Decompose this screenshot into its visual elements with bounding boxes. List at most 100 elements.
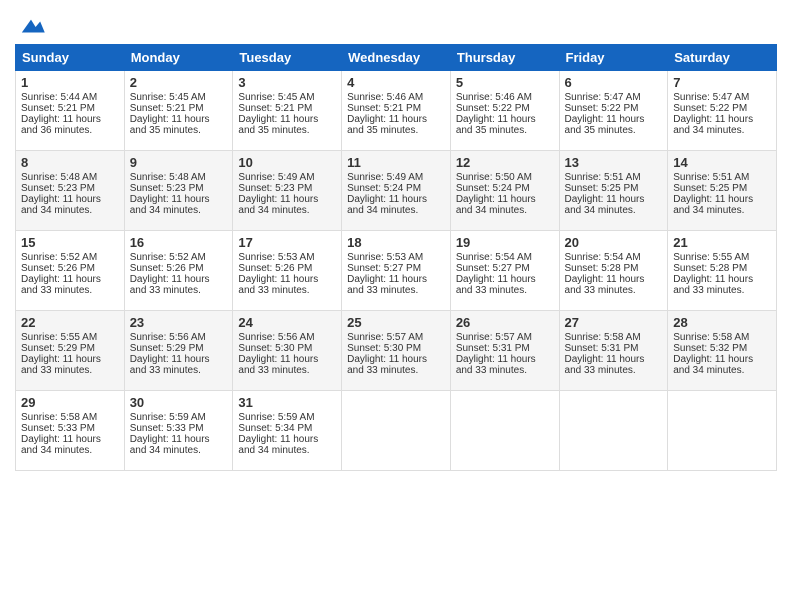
sunrise-text: Sunrise: 5:51 AM [673, 172, 749, 183]
sunrise-text: Sunrise: 5:54 AM [565, 252, 641, 263]
day-cell: 11 Sunrise: 5:49 AM Sunset: 5:24 PM Dayl… [342, 151, 451, 231]
sunset-text: Sunset: 5:23 PM [21, 183, 95, 194]
calendar-header-row: SundayMondayTuesdayWednesdayThursdayFrid… [16, 45, 777, 71]
sunrise-text: Sunrise: 5:49 AM [238, 172, 314, 183]
day-number: 11 [347, 155, 445, 170]
sunrise-text: Sunrise: 5:54 AM [456, 252, 532, 263]
logo [15, 16, 45, 38]
sunset-text: Sunset: 5:32 PM [673, 343, 747, 354]
day-cell: 25 Sunrise: 5:57 AM Sunset: 5:30 PM Dayl… [342, 311, 451, 391]
header-saturday: Saturday [668, 45, 777, 71]
daylight-minutes: and 33 minutes. [565, 285, 636, 296]
day-number: 30 [130, 395, 228, 410]
daylight-label: Daylight: 11 hours [673, 274, 753, 285]
header-monday: Monday [124, 45, 233, 71]
day-number: 1 [21, 75, 119, 90]
day-cell: 18 Sunrise: 5:53 AM Sunset: 5:27 PM Dayl… [342, 231, 451, 311]
sunrise-text: Sunrise: 5:47 AM [565, 92, 641, 103]
sunset-text: Sunset: 5:31 PM [456, 343, 530, 354]
sunset-text: Sunset: 5:23 PM [130, 183, 204, 194]
day-cell: 12 Sunrise: 5:50 AM Sunset: 5:24 PM Dayl… [450, 151, 559, 231]
sunrise-text: Sunrise: 5:48 AM [130, 172, 206, 183]
day-cell: 27 Sunrise: 5:58 AM Sunset: 5:31 PM Dayl… [559, 311, 668, 391]
day-number: 13 [565, 155, 663, 170]
day-cell: 2 Sunrise: 5:45 AM Sunset: 5:21 PM Dayli… [124, 71, 233, 151]
sunset-text: Sunset: 5:26 PM [130, 263, 204, 274]
daylight-minutes: and 36 minutes. [21, 125, 92, 136]
logo-bird-icon [17, 16, 45, 38]
daylight-label: Daylight: 11 hours [21, 434, 101, 445]
day-cell: 8 Sunrise: 5:48 AM Sunset: 5:23 PM Dayli… [16, 151, 125, 231]
daylight-label: Daylight: 11 hours [347, 114, 427, 125]
daylight-label: Daylight: 11 hours [456, 114, 536, 125]
daylight-minutes: and 34 minutes. [673, 365, 744, 376]
sunset-text: Sunset: 5:21 PM [347, 103, 421, 114]
daylight-label: Daylight: 11 hours [238, 274, 318, 285]
daylight-minutes: and 34 minutes. [673, 205, 744, 216]
daylight-label: Daylight: 11 hours [565, 114, 645, 125]
daylight-label: Daylight: 11 hours [565, 354, 645, 365]
daylight-minutes: and 33 minutes. [456, 365, 527, 376]
daylight-label: Daylight: 11 hours [565, 274, 645, 285]
daylight-minutes: and 33 minutes. [130, 365, 201, 376]
day-number: 12 [456, 155, 554, 170]
day-number: 23 [130, 315, 228, 330]
day-number: 3 [238, 75, 336, 90]
day-cell: 5 Sunrise: 5:46 AM Sunset: 5:22 PM Dayli… [450, 71, 559, 151]
sunset-text: Sunset: 5:22 PM [673, 103, 747, 114]
day-number: 7 [673, 75, 771, 90]
daylight-label: Daylight: 11 hours [130, 194, 210, 205]
day-number: 21 [673, 235, 771, 250]
daylight-minutes: and 33 minutes. [456, 285, 527, 296]
day-number: 29 [21, 395, 119, 410]
day-cell [342, 391, 451, 471]
week-row-5: 29 Sunrise: 5:58 AM Sunset: 5:33 PM Dayl… [16, 391, 777, 471]
daylight-label: Daylight: 11 hours [130, 274, 210, 285]
header-tuesday: Tuesday [233, 45, 342, 71]
sunset-text: Sunset: 5:30 PM [238, 343, 312, 354]
sunrise-text: Sunrise: 5:48 AM [21, 172, 97, 183]
day-cell: 16 Sunrise: 5:52 AM Sunset: 5:26 PM Dayl… [124, 231, 233, 311]
daylight-label: Daylight: 11 hours [21, 194, 101, 205]
daylight-minutes: and 34 minutes. [673, 125, 744, 136]
daylight-label: Daylight: 11 hours [673, 354, 753, 365]
day-number: 24 [238, 315, 336, 330]
sunset-text: Sunset: 5:25 PM [565, 183, 639, 194]
calendar-table: SundayMondayTuesdayWednesdayThursdayFrid… [15, 44, 777, 471]
day-cell: 19 Sunrise: 5:54 AM Sunset: 5:27 PM Dayl… [450, 231, 559, 311]
daylight-label: Daylight: 11 hours [456, 194, 536, 205]
daylight-label: Daylight: 11 hours [347, 274, 427, 285]
daylight-label: Daylight: 11 hours [673, 194, 753, 205]
week-row-1: 1 Sunrise: 5:44 AM Sunset: 5:21 PM Dayli… [16, 71, 777, 151]
week-row-4: 22 Sunrise: 5:55 AM Sunset: 5:29 PM Dayl… [16, 311, 777, 391]
sunrise-text: Sunrise: 5:58 AM [673, 332, 749, 343]
sunrise-text: Sunrise: 5:51 AM [565, 172, 641, 183]
daylight-minutes: and 33 minutes. [347, 285, 418, 296]
sunrise-text: Sunrise: 5:57 AM [456, 332, 532, 343]
day-number: 25 [347, 315, 445, 330]
daylight-minutes: and 33 minutes. [565, 365, 636, 376]
sunset-text: Sunset: 5:22 PM [456, 103, 530, 114]
day-cell [668, 391, 777, 471]
sunset-text: Sunset: 5:33 PM [130, 423, 204, 434]
day-number: 4 [347, 75, 445, 90]
sunset-text: Sunset: 5:21 PM [130, 103, 204, 114]
day-number: 6 [565, 75, 663, 90]
sunset-text: Sunset: 5:21 PM [238, 103, 312, 114]
day-number: 10 [238, 155, 336, 170]
daylight-label: Daylight: 11 hours [130, 434, 210, 445]
day-cell: 26 Sunrise: 5:57 AM Sunset: 5:31 PM Dayl… [450, 311, 559, 391]
day-cell: 30 Sunrise: 5:59 AM Sunset: 5:33 PM Dayl… [124, 391, 233, 471]
day-number: 2 [130, 75, 228, 90]
sunset-text: Sunset: 5:26 PM [238, 263, 312, 274]
daylight-minutes: and 34 minutes. [238, 205, 309, 216]
sunset-text: Sunset: 5:25 PM [673, 183, 747, 194]
day-cell: 17 Sunrise: 5:53 AM Sunset: 5:26 PM Dayl… [233, 231, 342, 311]
day-cell: 23 Sunrise: 5:56 AM Sunset: 5:29 PM Dayl… [124, 311, 233, 391]
day-cell: 22 Sunrise: 5:55 AM Sunset: 5:29 PM Dayl… [16, 311, 125, 391]
daylight-minutes: and 34 minutes. [565, 205, 636, 216]
sunrise-text: Sunrise: 5:52 AM [21, 252, 97, 263]
week-row-2: 8 Sunrise: 5:48 AM Sunset: 5:23 PM Dayli… [16, 151, 777, 231]
day-cell [450, 391, 559, 471]
day-number: 14 [673, 155, 771, 170]
